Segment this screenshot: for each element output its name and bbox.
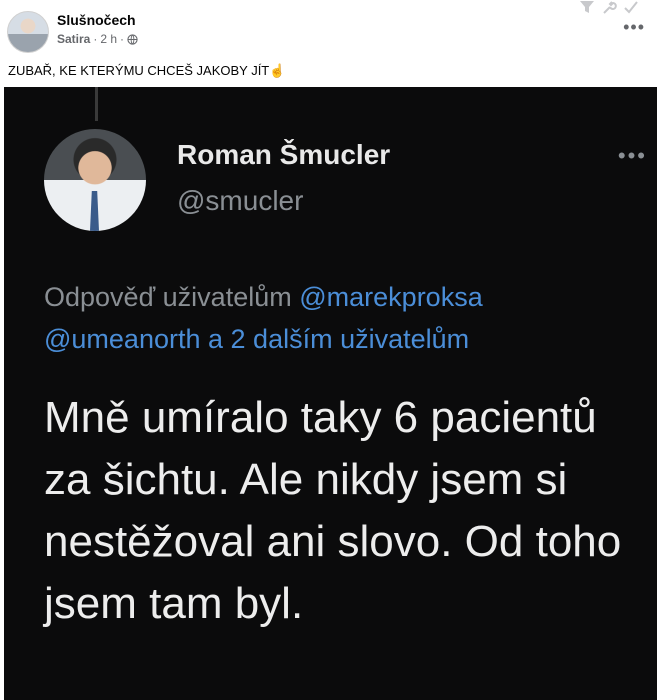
reply-suffix: a 2 dalším uživatelům [208, 324, 470, 354]
mention-umeanorth: @umeanorth [44, 324, 201, 354]
more-options-icon[interactable]: ••• [623, 18, 645, 36]
post-time[interactable]: 2 h [100, 32, 117, 46]
mention-marekproksa: @marekproksa [299, 282, 483, 312]
post-meta: Satira · 2 h · [57, 32, 138, 46]
wrench-icon[interactable] [601, 0, 617, 14]
post-caption: ZUBAŘ, KE KTERÝMU CHCEŠ JAKOBY JÍT [8, 63, 270, 78]
check-icon[interactable] [623, 0, 639, 14]
pointing-up-emoji: ☝ [269, 63, 286, 78]
meta-separator: · [93, 32, 98, 46]
tie-shape [90, 191, 99, 231]
tweet-author-handle: @smucler [177, 185, 304, 216]
post-category[interactable]: Satira [57, 32, 90, 46]
reply-prefix: Odpověď uživatelům [44, 282, 292, 312]
globe-icon [127, 33, 138, 45]
tweet-author-name: Roman Šmucler [177, 139, 391, 170]
thread-line [95, 87, 98, 121]
tweet-body: Mně umíralo taky 6 pacientů za šichtu. A… [44, 393, 622, 628]
tweet-more-icon: ••• [617, 143, 647, 168]
post-header: Slušnočech Satira · 2 h · ••• [0, 0, 657, 58]
page-name[interactable]: Slušnočech [57, 12, 136, 28]
meta-separator-2: · [120, 32, 125, 46]
top-toolbar [579, 0, 639, 14]
page-avatar[interactable] [7, 11, 49, 53]
tweet-reply-context: Odpověď uživatelům @marekproksa @umeanor… [44, 276, 644, 360]
filter-icon[interactable] [579, 0, 595, 14]
post-image[interactable]: Roman Šmucler @smucler ••• Odpověď uživa… [4, 87, 657, 700]
post-text: ZUBAŘ, KE KTERÝMU CHCEŠ JAKOBY JÍT☝ [8, 63, 285, 79]
tweet-avatar [44, 129, 146, 231]
